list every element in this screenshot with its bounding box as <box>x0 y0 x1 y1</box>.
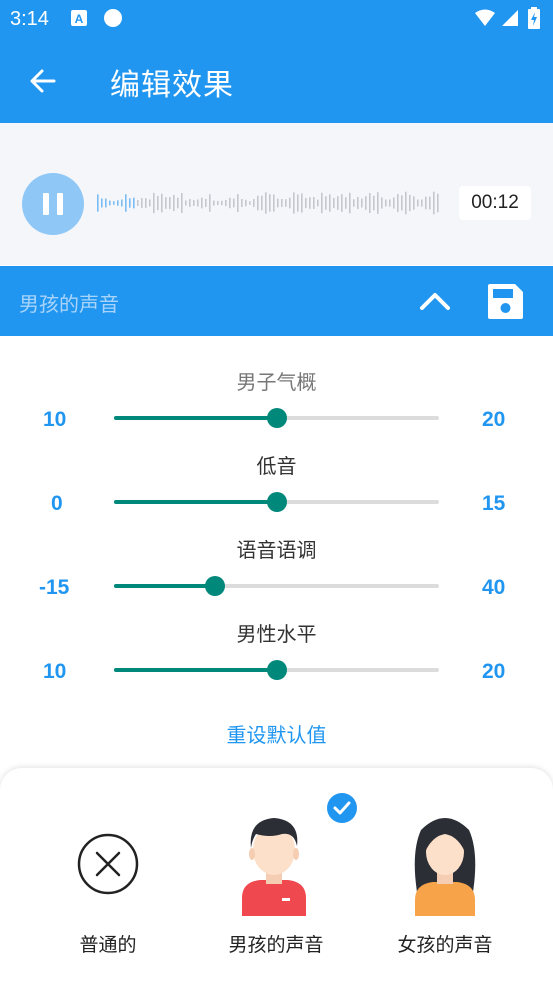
slider-min: -15 <box>39 576 70 599</box>
waveform[interactable] <box>97 178 442 228</box>
slider-min: 0 <box>51 492 63 515</box>
slider-thumb[interactable] <box>266 492 287 512</box>
section-title: 男孩的声音 <box>19 292 119 316</box>
svg-text:A: A <box>75 12 84 26</box>
battery-icon <box>528 7 540 29</box>
slider-label: 低音 <box>256 454 297 478</box>
girl-avatar-icon <box>414 818 476 916</box>
slider-thumb[interactable] <box>204 576 225 596</box>
status-bar: 3:14 A <box>0 0 553 38</box>
slider-fill <box>114 500 277 504</box>
slider-fill <box>114 416 277 420</box>
status-time: 3:14 <box>10 8 49 30</box>
slider-label: 男性水平 <box>236 622 317 646</box>
effects-sheet: 普通的 男孩的声音 女孩的声音 <box>0 768 553 983</box>
wifi-icon <box>475 9 495 26</box>
page-title: 编辑效果 <box>110 68 234 103</box>
effect-normal[interactable]: 普通的 <box>28 768 188 983</box>
reset-defaults-button[interactable]: 重设默认值 <box>0 719 553 748</box>
slider-track[interactable] <box>114 660 439 680</box>
chevron-up-icon[interactable] <box>418 288 452 314</box>
slider-thumb[interactable] <box>266 660 287 680</box>
effect-label: 普通的 <box>79 934 137 956</box>
slider-max: 40 <box>482 576 506 599</box>
slider-track[interactable] <box>114 576 439 596</box>
effect-girl[interactable]: 女孩的声音 <box>365 768 525 983</box>
slider-max: 20 <box>482 408 506 431</box>
slider-max: 20 <box>482 660 506 683</box>
slider-label: 语音语调 <box>236 538 317 562</box>
slider-fill <box>114 584 215 588</box>
check-circle-icon <box>327 793 357 823</box>
save-icon[interactable] <box>487 283 524 320</box>
signal-icon <box>502 10 518 26</box>
pause-button[interactable] <box>22 173 84 235</box>
slider-thumb[interactable] <box>266 408 287 428</box>
audio-player: 00:12 <box>0 123 553 265</box>
slider-fill <box>114 668 277 672</box>
cancel-circle-icon <box>77 833 139 895</box>
slider-panel: 男子气概 10 20 低音 0 15 语音语调 -15 40 男性水平 10 2… <box>0 336 553 768</box>
app-bar: 编辑效果 <box>0 38 553 123</box>
pause-icon-bar <box>57 193 63 215</box>
effect-boy[interactable]: 男孩的声音 <box>196 768 357 983</box>
slider-label: 男子气概 <box>236 370 317 394</box>
effect-label: 女孩的声音 <box>397 934 493 956</box>
notification-circle-icon <box>104 9 122 27</box>
playback-time: 00:12 <box>459 186 531 220</box>
slider-track[interactable] <box>114 492 439 512</box>
effect-label: 男孩的声音 <box>228 934 324 956</box>
notification-a-icon: A <box>71 10 87 26</box>
slider-min: 10 <box>43 660 67 683</box>
slider-min: 10 <box>43 408 67 431</box>
slider-track[interactable] <box>114 408 439 428</box>
effect-section-header: 男孩的声音 <box>0 266 553 336</box>
back-arrow-icon[interactable] <box>28 66 58 96</box>
boy-avatar-icon <box>242 818 306 916</box>
pause-icon <box>43 193 49 215</box>
slider-max: 15 <box>482 492 506 515</box>
